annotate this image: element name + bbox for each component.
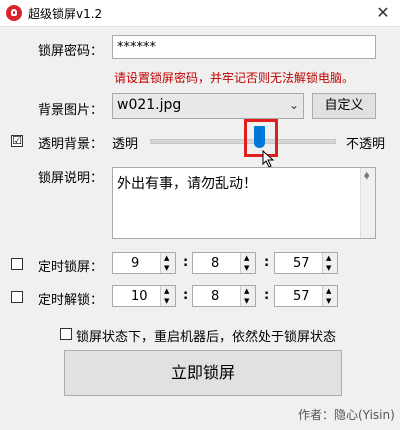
timed-lock-minute-value: 8 <box>211 256 220 271</box>
title-bar[interactable]: 超级锁屏v1.2 ✕ <box>0 0 400 27</box>
window-title: 超级锁屏v1.2 <box>28 7 103 21</box>
time-separator: : <box>264 288 270 303</box>
timed-unlock-second-value: 57 <box>293 289 310 304</box>
timed-lock-second-value: 57 <box>293 256 310 271</box>
timed-lock-label: 定时锁屏： <box>38 260 104 275</box>
password-hint: 请设置锁屏密码，并牢记否则无法解锁电脑。 <box>114 71 355 85</box>
timed-unlock-second[interactable]: 57 ▲ ▼ <box>274 285 338 307</box>
mouse-pointer-icon <box>262 150 275 168</box>
spin-up-icon[interactable]: ▲ <box>326 253 331 263</box>
spin-arrows[interactable]: ▲ ▼ <box>160 253 175 273</box>
spin-up-icon[interactable]: ▲ <box>164 286 169 296</box>
spin-up-icon[interactable]: ▲ <box>164 253 169 263</box>
reboot-option-label: 锁屏状态下，重启机器后，依然处于锁屏状态 <box>76 330 337 345</box>
time-separator: : <box>264 255 270 270</box>
timed-lock-second[interactable]: 57 ▲ ▼ <box>274 252 338 274</box>
slider-min-label: 透明 <box>112 137 139 152</box>
password-input[interactable]: ****** <box>112 35 376 59</box>
timed-unlock-label: 定时解锁： <box>38 293 104 308</box>
timed-lock-checkbox[interactable] <box>11 258 23 270</box>
spin-arrows[interactable]: ▲ ▼ <box>240 286 255 306</box>
spin-up-icon[interactable]: ▲ <box>326 286 331 296</box>
timed-lock-minute[interactable]: 8 ▲ ▼ <box>192 252 256 274</box>
time-separator: : <box>183 255 189 270</box>
spin-up-icon[interactable]: ▲ <box>244 286 249 296</box>
timed-lock-hour[interactable]: 9 ▲ ▼ <box>112 252 176 274</box>
author-credit: 作者：隐心(Yisin) <box>298 408 395 422</box>
spin-down-icon[interactable]: ▼ <box>244 296 249 306</box>
spin-arrows[interactable]: ▲ ▼ <box>240 253 255 273</box>
description-text: 外出有事，请勿乱动！ <box>117 176 257 192</box>
background-label: 背景图片： <box>38 103 104 118</box>
scroll-down-icon[interactable]: ▼ <box>364 173 369 236</box>
spin-down-icon[interactable]: ▼ <box>244 263 249 273</box>
reboot-option-checkbox[interactable] <box>60 328 72 340</box>
spin-down-icon[interactable]: ▼ <box>164 263 169 273</box>
textarea-scrollbar[interactable]: ▲ ▼ <box>360 168 375 238</box>
timed-unlock-hour-value: 10 <box>131 289 148 304</box>
timed-lock-hour-value: 9 <box>131 256 140 271</box>
description-label: 锁屏说明： <box>38 171 104 186</box>
transparency-checkbox[interactable]: ☑ <box>11 135 23 147</box>
background-selected: w021.jpg <box>117 97 182 113</box>
timed-unlock-hour[interactable]: 10 ▲ ▼ <box>112 285 176 307</box>
transparency-label: 透明背景： <box>38 137 104 152</box>
timed-unlock-checkbox[interactable] <box>11 291 23 303</box>
lock-app-icon <box>6 5 22 21</box>
spin-arrows[interactable]: ▲ ▼ <box>322 253 337 273</box>
close-button[interactable]: ✕ <box>366 0 400 26</box>
main-window: 超级锁屏v1.2 ✕ 锁屏密码： ****** 请设置锁屏密码，并牢记否则无法解… <box>0 0 400 430</box>
slider-max-label: 不透明 <box>346 137 386 152</box>
time-separator: : <box>183 288 189 303</box>
spin-up-icon[interactable]: ▲ <box>244 253 249 263</box>
transparency-slider-track[interactable] <box>150 139 336 144</box>
password-label: 锁屏密码： <box>38 44 104 59</box>
spin-down-icon[interactable]: ▼ <box>164 296 169 306</box>
chevron-down-icon: ⌄ <box>288 98 299 112</box>
spin-down-icon[interactable]: ▼ <box>326 263 331 273</box>
timed-unlock-minute-value: 8 <box>211 289 220 304</box>
custom-background-button[interactable]: 自定义 <box>312 93 376 119</box>
background-select[interactable]: w021.jpg ⌄ <box>112 93 304 119</box>
spin-arrows[interactable]: ▲ ▼ <box>160 286 175 306</box>
description-textarea[interactable]: 外出有事，请勿乱动！ ▲ ▼ <box>112 167 376 239</box>
timed-unlock-minute[interactable]: 8 ▲ ▼ <box>192 285 256 307</box>
spin-down-icon[interactable]: ▼ <box>326 296 331 306</box>
lock-now-button[interactable]: 立即锁屏 <box>64 350 342 396</box>
password-value: ****** <box>117 40 156 55</box>
spin-arrows[interactable]: ▲ ▼ <box>322 286 337 306</box>
